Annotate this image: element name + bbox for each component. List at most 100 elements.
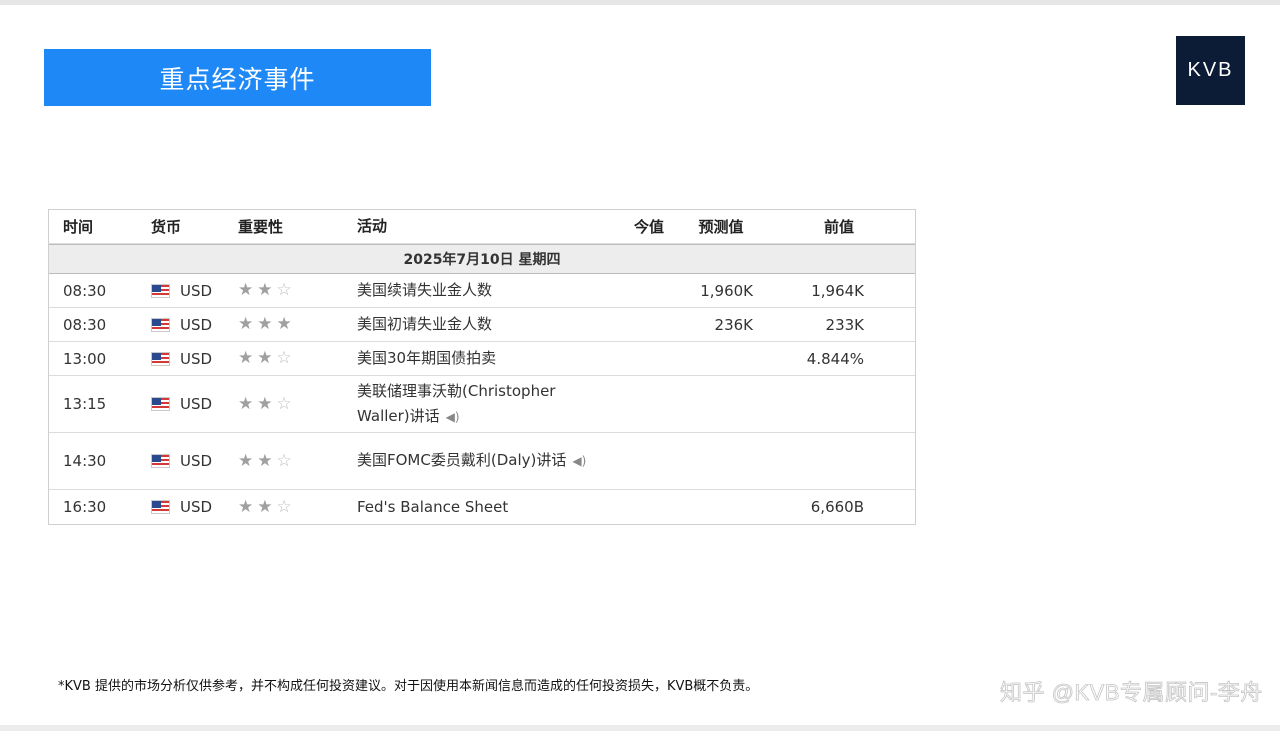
event-forecast <box>669 490 753 524</box>
event-forecast <box>669 342 753 375</box>
star-empty-icon: ☆ <box>276 280 292 300</box>
event-currency: USD <box>151 433 212 489</box>
event-currency: USD <box>151 274 212 307</box>
bottom-border <box>0 725 1280 731</box>
event-name-text: Fed's Balance Sheet <box>357 497 509 516</box>
us-flag-icon <box>151 500 170 514</box>
importance-stars: ★ ★ ☆ <box>238 342 292 375</box>
event-name[interactable]: 美国初请失业金人数 <box>357 308 607 341</box>
event-previous: 1,964K <box>811 281 864 300</box>
star-filled-icon: ★ <box>238 450 254 471</box>
event-time: 08:30 <box>63 315 107 334</box>
event-currency: USD <box>151 490 212 524</box>
event-name-text: 美国初请失业金人数 <box>357 315 493 333</box>
event-name[interactable]: Fed's Balance Sheet <box>357 490 607 524</box>
header-importance: 重要性 <box>238 218 284 236</box>
header-currency: 货币 <box>151 218 182 236</box>
header-actual: 今值 <box>633 218 664 236</box>
us-flag-icon <box>151 397 170 411</box>
event-time: 14:30 <box>63 452 107 470</box>
event-previous <box>769 433 864 489</box>
star-filled-icon: ★ <box>238 280 254 300</box>
table-row[interactable]: 08:30 USD ★ ★ ☆ 美国续请失业金人数 1,960K 1,964K <box>49 274 915 308</box>
event-previous: 6,660B <box>810 498 864 516</box>
event-actual <box>609 376 664 432</box>
event-time: 13:15 <box>63 395 107 413</box>
event-time: 08:30 <box>63 281 107 300</box>
us-flag-icon <box>151 283 170 298</box>
table-header-row: 时间 货币 重要性 活动 今值 预测值 前值 <box>49 210 915 244</box>
star-empty-icon: ☆ <box>276 496 292 517</box>
event-currency: USD <box>151 308 212 341</box>
event-name-text: 美国30年期国债拍卖 <box>357 349 497 367</box>
us-flag-icon <box>151 351 170 366</box>
star-filled-icon: ★ <box>276 314 292 334</box>
star-filled-icon: ★ <box>238 314 254 334</box>
currency-code: USD <box>180 498 213 516</box>
event-actual <box>609 433 664 489</box>
event-forecast: 236K <box>714 315 753 334</box>
star-filled-icon: ★ <box>257 348 273 368</box>
speaker-icon[interactable]: ◀) <box>572 449 586 474</box>
currency-code: USD <box>180 395 213 413</box>
table-row[interactable]: 14:30 USD ★ ★ ☆ 美国FOMC委员戴利(Daly)讲话 ◀) <box>49 433 915 490</box>
header-forecast: 预测值 <box>698 218 744 236</box>
importance-stars: ★ ★ ☆ <box>238 433 292 489</box>
event-actual <box>609 274 664 307</box>
star-filled-icon: ★ <box>257 280 273 300</box>
event-previous <box>769 376 864 432</box>
event-actual <box>609 308 664 341</box>
top-border <box>0 0 1280 5</box>
importance-stars: ★ ★ ☆ <box>238 490 292 524</box>
event-currency: USD <box>151 342 212 375</box>
star-filled-icon: ★ <box>257 496 273 517</box>
event-previous: 4.844% <box>806 349 864 368</box>
star-filled-icon: ★ <box>257 314 273 334</box>
header-previous: 前值 <box>823 218 854 236</box>
event-name[interactable]: 美国FOMC委员戴利(Daly)讲话 ◀) <box>357 433 607 489</box>
event-currency: USD <box>151 376 212 432</box>
event-time: 16:30 <box>63 498 107 516</box>
table-row[interactable]: 13:15 USD ★ ★ ☆ 美联储理事沃勒(Christopher Waller)讲话… <box>49 376 915 433</box>
speaker-icon[interactable]: ◀) <box>446 405 460 430</box>
header-event: 活动 <box>357 217 388 235</box>
currency-code: USD <box>180 452 213 470</box>
date-row: 2025年7月10日 星期四 <box>49 244 915 274</box>
event-forecast <box>669 376 753 432</box>
table-row[interactable]: 08:30 USD ★ ★ ★ 美国初请失业金人数 236K 233K <box>49 308 915 342</box>
star-filled-icon: ★ <box>238 496 254 517</box>
table-row[interactable]: 13:00 USD ★ ★ ☆ 美国30年期国债拍卖 4.844% <box>49 342 915 376</box>
event-actual <box>609 342 664 375</box>
star-filled-icon: ★ <box>238 393 254 414</box>
currency-code: USD <box>180 281 213 300</box>
star-filled-icon: ★ <box>257 450 273 471</box>
currency-code: USD <box>180 349 213 368</box>
currency-code: USD <box>180 315 213 334</box>
watermark-text: 知乎 @KVB专属顾问-李舟 <box>1000 680 1263 706</box>
event-name[interactable]: 美国30年期国债拍卖 <box>357 342 607 375</box>
event-name-text: 美国续请失业金人数 <box>357 281 493 299</box>
us-flag-icon <box>151 317 170 332</box>
event-previous: 233K <box>825 315 864 334</box>
event-name[interactable]: 美联储理事沃勒(Christopher Waller)讲话 ◀) <box>357 376 607 432</box>
importance-stars: ★ ★ ☆ <box>238 274 292 307</box>
star-empty-icon: ☆ <box>276 393 292 414</box>
event-forecast: 1,960K <box>700 281 753 300</box>
event-actual <box>609 490 664 524</box>
star-filled-icon: ★ <box>238 348 254 368</box>
importance-stars: ★ ★ ☆ <box>238 376 292 432</box>
star-filled-icon: ★ <box>257 393 273 414</box>
event-name-text: 美国FOMC委员戴利(Daly)讲话 <box>357 451 567 469</box>
disclaimer-text: *KVB 提供的市场分析仅供参考，并不构成任何投资建议。对于因使用本新闻信息而造… <box>58 679 759 694</box>
table-row[interactable]: 16:30 USD ★ ★ ☆ Fed's Balance Sheet 6,660B <box>49 490 915 524</box>
table-body: 08:30 USD ★ ★ ☆ 美国续请失业金人数 1,960K 1,964K 08:30 USD… <box>49 274 915 524</box>
section-title-banner: 重点经济事件 <box>44 49 431 106</box>
star-empty-icon: ☆ <box>276 450 292 471</box>
event-forecast <box>669 433 753 489</box>
star-empty-icon: ☆ <box>276 348 292 368</box>
economic-calendar-table: 时间 货币 重要性 活动 今值 预测值 前值 2025年7月10日 星期四 08… <box>48 209 916 525</box>
kvb-logo: KVB <box>1176 36 1245 105</box>
event-time: 13:00 <box>63 349 107 368</box>
importance-stars: ★ ★ ★ <box>238 308 292 341</box>
event-name[interactable]: 美国续请失业金人数 <box>357 274 607 307</box>
